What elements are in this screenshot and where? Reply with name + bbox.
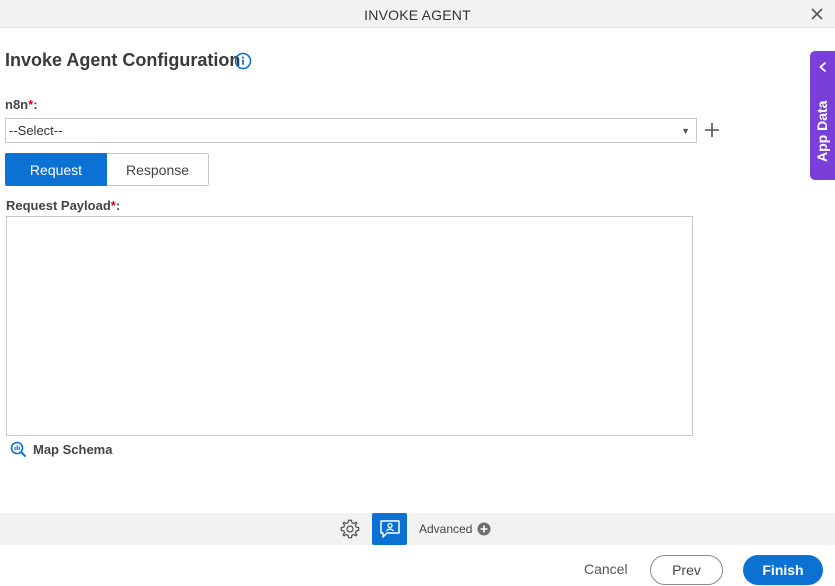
dialog-title: INVOKE AGENT bbox=[364, 7, 471, 23]
app-data-label: App Data bbox=[814, 100, 830, 163]
n8n-label-text: n8n bbox=[5, 97, 29, 112]
request-payload-label-text: Request Payload bbox=[6, 198, 111, 213]
n8n-select-value: --Select-- bbox=[9, 123, 63, 138]
info-icon[interactable] bbox=[234, 52, 252, 70]
label-colon: : bbox=[33, 97, 38, 112]
page-title: Invoke Agent Configuration bbox=[5, 50, 241, 70]
map-schema-icon bbox=[10, 441, 27, 458]
request-payload-textarea[interactable] bbox=[6, 216, 693, 436]
map-schema-label: Map Schema bbox=[33, 442, 113, 457]
advanced-label: Advanced bbox=[419, 522, 473, 536]
gear-icon[interactable] bbox=[339, 518, 361, 540]
chat-user-button[interactable] bbox=[372, 513, 407, 545]
map-schema-link[interactable]: Map Schema bbox=[10, 441, 112, 458]
bottom-toolbar: Advanced bbox=[0, 513, 835, 545]
close-icon[interactable] bbox=[809, 6, 825, 22]
chevron-left-icon bbox=[819, 61, 827, 73]
title-bar: INVOKE AGENT bbox=[0, 0, 835, 28]
label-colon: : bbox=[115, 198, 121, 213]
tab-request[interactable]: Request bbox=[5, 153, 107, 186]
finish-button[interactable]: Finish bbox=[743, 555, 823, 585]
n8n-select[interactable]: --Select-- ▼ bbox=[5, 118, 697, 143]
chat-user-icon bbox=[379, 520, 400, 538]
dropdown-arrow-icon: ▼ bbox=[681, 126, 690, 136]
cancel-button[interactable]: Cancel bbox=[584, 561, 628, 577]
n8n-label: n8n*: bbox=[5, 97, 38, 112]
request-response-tabs: Request Response bbox=[5, 153, 209, 186]
app-data-panel-toggle[interactable]: App Data bbox=[810, 51, 835, 180]
invoke-agent-dialog: INVOKE AGENT Invoke Agent Configuration … bbox=[0, 0, 835, 586]
tab-response[interactable]: Response bbox=[107, 153, 209, 186]
plus-circle-icon bbox=[477, 522, 491, 536]
add-n8n-plus-icon[interactable] bbox=[703, 121, 721, 139]
prev-button[interactable]: Prev bbox=[650, 555, 723, 585]
request-payload-label: Request Payload*: bbox=[6, 198, 120, 213]
advanced-toggle[interactable]: Advanced bbox=[419, 522, 491, 536]
